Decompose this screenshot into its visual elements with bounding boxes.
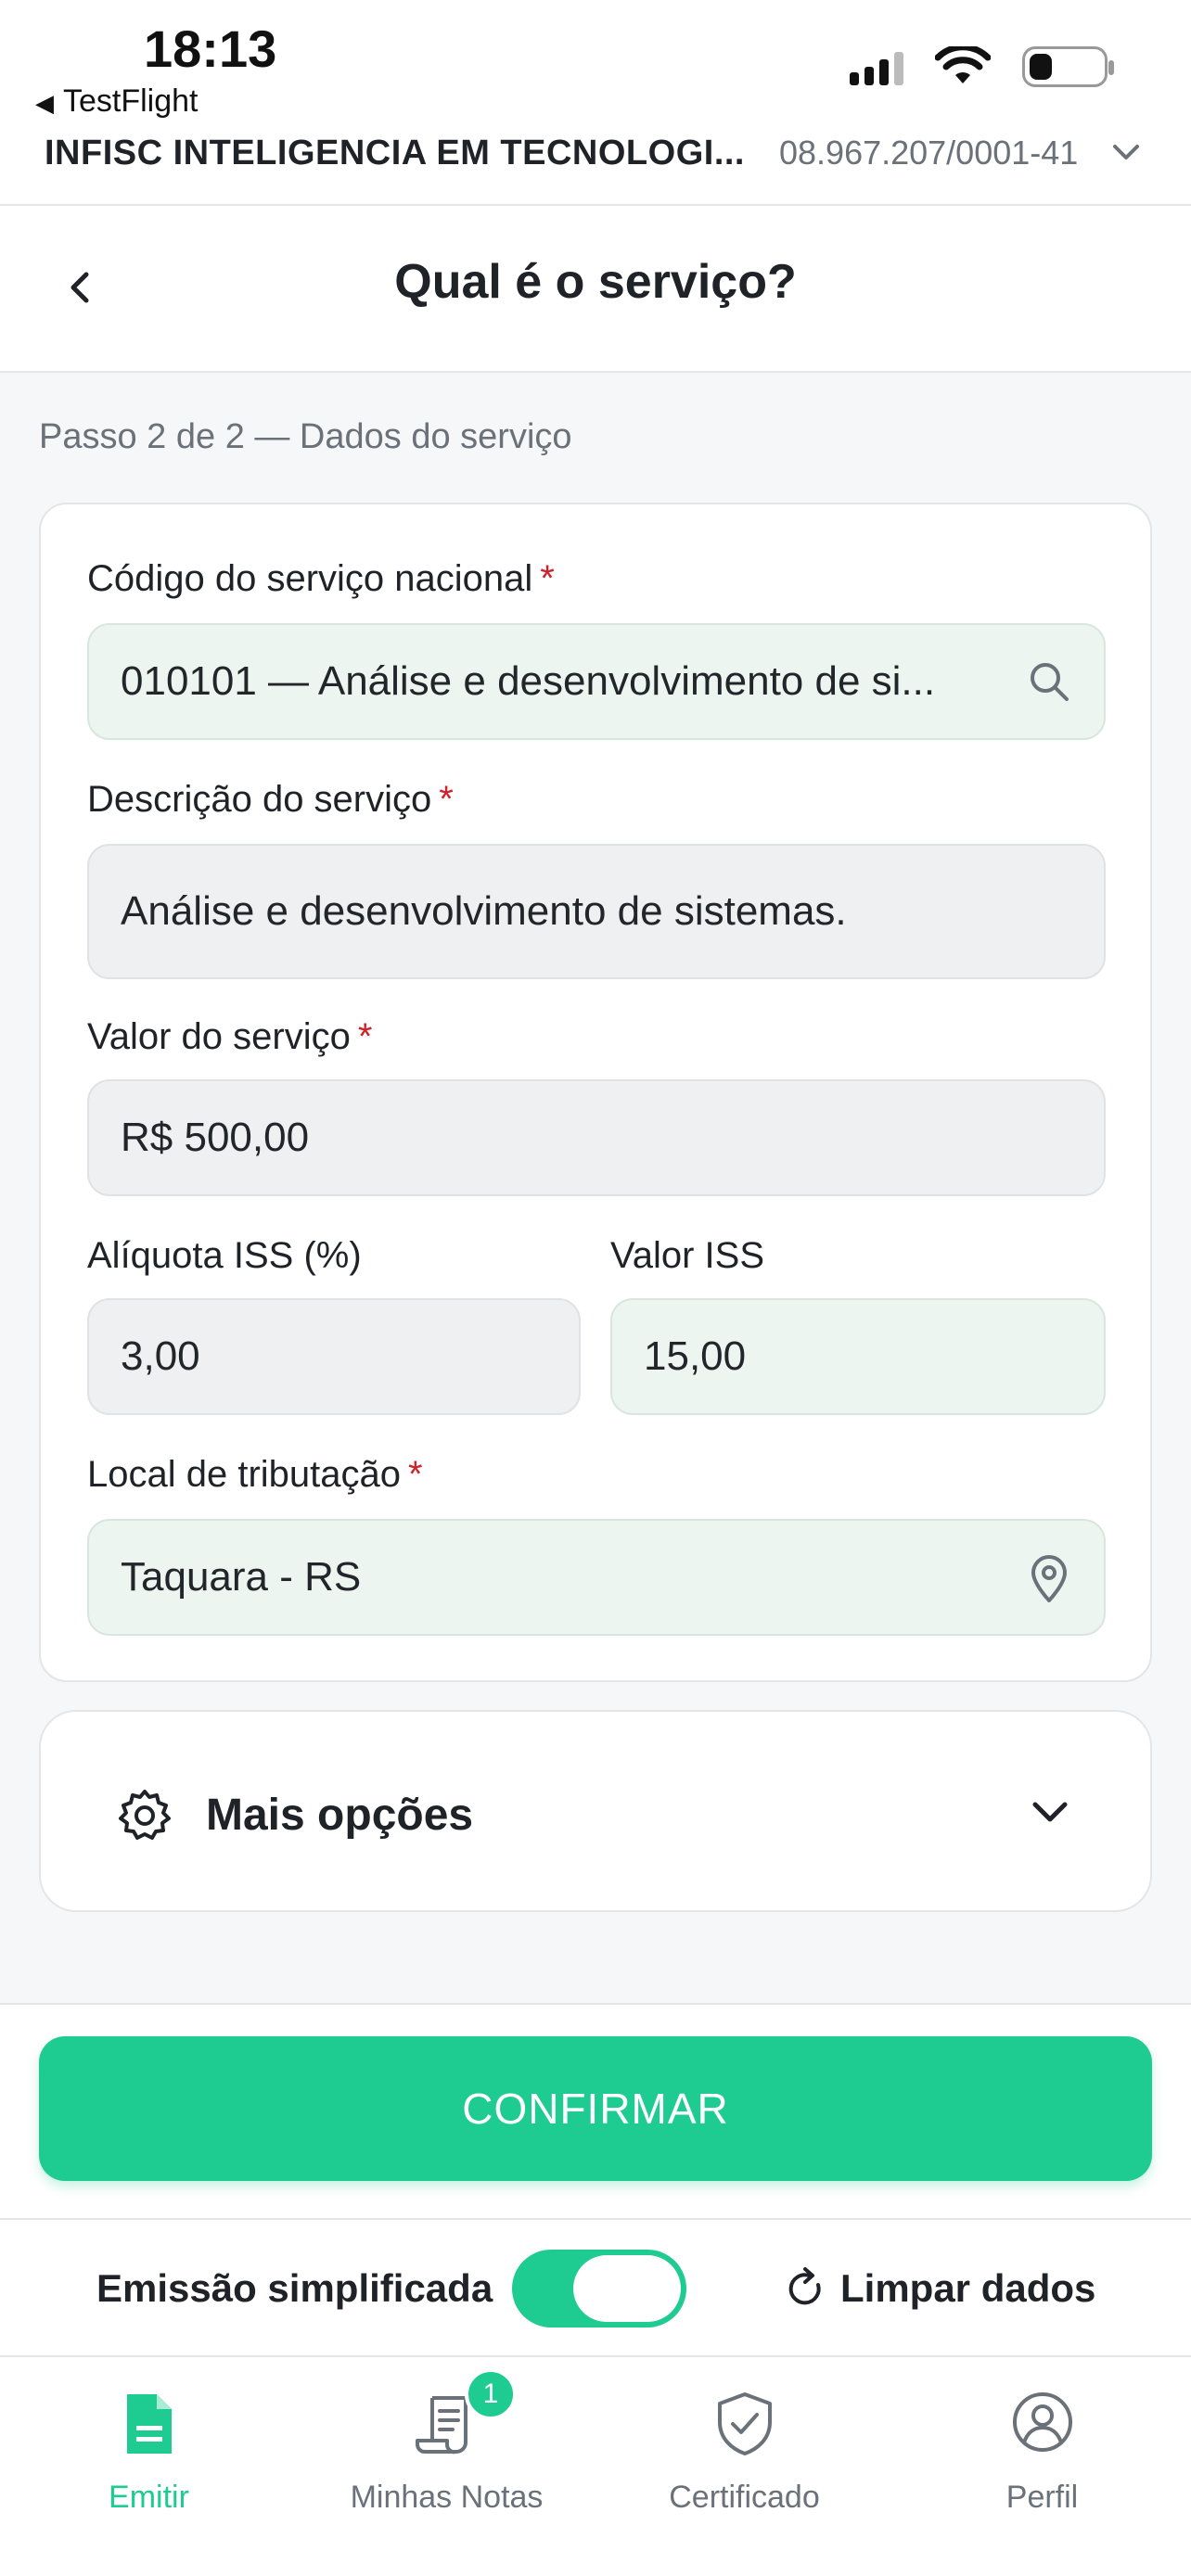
tab-label: Minhas Notas	[350, 2480, 544, 2515]
user-circle-icon	[1012, 2392, 1072, 2452]
service-description-field[interactable]: Análise e desenvolvimento de sistemas.	[87, 844, 1106, 979]
valor-label: Valor do serviço *	[87, 1016, 372, 1058]
cellular-signal-icon	[850, 48, 903, 85]
iss-value-field: 15,00	[610, 1298, 1106, 1415]
simplified-emission-label: Emissão simplificada	[96, 2266, 493, 2310]
more-options-toggle[interactable]: Mais opções	[39, 1710, 1152, 1912]
more-options-label: Mais opções	[206, 1791, 474, 1840]
chevron-down-icon[interactable]	[1109, 135, 1143, 169]
tab-label: Certificado	[669, 2480, 820, 2515]
tab-emitir[interactable]: Emitir	[0, 2357, 298, 2576]
service-code-value: 010101 — Análise e desenvolvimento de si…	[121, 658, 936, 704]
page-title: Qual é o serviço?	[394, 255, 797, 309]
service-description-value: Análise e desenvolvimento de sistemas.	[121, 888, 847, 934]
status-time: 18:13	[144, 19, 277, 78]
wifi-icon	[935, 46, 991, 83]
page-header: Qual é o serviço?	[0, 206, 1191, 373]
codigo-label-text: Código do serviço nacional	[87, 558, 533, 599]
iss-rate-field[interactable]: 3,00	[87, 1298, 581, 1415]
status-icons	[850, 46, 1114, 87]
tab-certificado[interactable]: Certificado	[596, 2357, 893, 2576]
tab-minhas-notas[interactable]: 1 Minhas Notas	[298, 2357, 596, 2576]
iss-rate-value: 3,00	[121, 1333, 200, 1379]
local-label: Local de tributação *	[87, 1454, 423, 1496]
tax-location-value: Taquara - RS	[121, 1554, 362, 1600]
back-to-app-link[interactable]: ◀ TestFlight	[35, 83, 198, 120]
required-marker: *	[408, 1454, 423, 1495]
bottom-tab-bar: Emitir 1 Minhas Notas Certificado Perfil	[0, 2355, 1191, 2576]
company-cnpj: 08.967.207/0001-41	[779, 134, 1079, 172]
valor-iss-label: Valor ISS	[610, 1235, 764, 1276]
map-pin-icon[interactable]	[1026, 1554, 1072, 1604]
gear-icon	[119, 1790, 171, 1840]
clear-data-button[interactable]: Limpar dados	[840, 2266, 1095, 2311]
descricao-label: Descrição do serviço *	[87, 779, 454, 821]
chevron-down-icon	[1032, 1802, 1068, 1822]
tab-label: Emitir	[109, 2480, 189, 2515]
battery-icon	[1022, 46, 1114, 87]
company-name: INFISC INTELIGENCIA EM TECNOLOGI...	[45, 134, 745, 172]
confirm-button[interactable]: CONFIRMAR	[39, 2036, 1152, 2181]
back-triangle-icon: ◀	[35, 89, 54, 117]
descricao-label-text: Descrição do serviço	[87, 779, 432, 820]
codigo-label: Código do serviço nacional *	[87, 558, 555, 600]
tax-location-field[interactable]: Taquara - RS	[87, 1519, 1106, 1636]
back-app-label: TestFlight	[63, 83, 198, 119]
service-code-search-field[interactable]: 010101 — Análise e desenvolvimento de si…	[87, 623, 1106, 740]
valor-label-text: Valor do serviço	[87, 1016, 351, 1057]
shield-check-icon	[717, 2392, 772, 2455]
service-value-value: R$ 500,00	[121, 1115, 310, 1160]
company-selector[interactable]: INFISC INTELIGENCIA EM TECNOLOGI... 08.9…	[0, 130, 1191, 206]
tab-label: Perfil	[1005, 2480, 1079, 2515]
required-marker: *	[357, 1016, 373, 1057]
required-marker: *	[439, 779, 454, 820]
status-bar: 18:13 ◀ TestFlight	[0, 0, 1191, 130]
tab-perfil[interactable]: Perfil	[893, 2357, 1191, 2576]
service-form-card: Código do serviço nacional * 010101 — Aná…	[39, 503, 1152, 1682]
service-value-field[interactable]: R$ 500,00	[87, 1079, 1106, 1196]
footer-actions: CONFIRMAR Emissão simplificada Limpar da…	[0, 2003, 1191, 2365]
local-label-text: Local de tributação	[87, 1454, 402, 1495]
search-icon[interactable]	[1026, 658, 1072, 705]
toggle-knob	[573, 2255, 681, 2322]
footer-options-row: Emissão simplificada Limpar dados	[0, 2218, 1191, 2366]
document-icon	[126, 2394, 172, 2454]
iss-value-value: 15,00	[644, 1333, 747, 1379]
step-indicator: Passo 2 de 2 — Dados do serviço	[39, 417, 572, 456]
notification-badge: 1	[465, 2368, 517, 2420]
simplified-emission-toggle[interactable]	[512, 2250, 686, 2327]
refresh-icon[interactable]	[785, 2266, 826, 2311]
required-marker: *	[540, 558, 555, 599]
aliquota-label: Alíquota ISS (%)	[87, 1235, 362, 1276]
